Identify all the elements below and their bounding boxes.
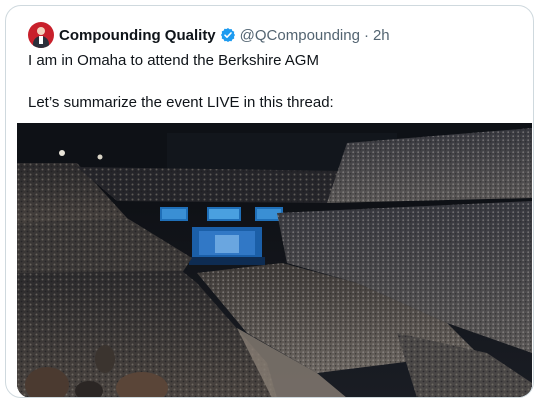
tweet-text-line: I am in Omaha to attend the Berkshire AG… xyxy=(28,52,319,69)
tweet-header: Compounding Quality @QCompounding · 2h xyxy=(28,21,390,49)
avatar[interactable] xyxy=(28,22,54,48)
tweet-text-line: Let’s summarize the event LIVE in this t… xyxy=(28,94,334,111)
author-handle[interactable]: @QCompounding xyxy=(240,27,360,44)
verified-badge-icon xyxy=(220,27,236,43)
tweet-timestamp[interactable]: 2h xyxy=(373,27,390,44)
tweet-photo[interactable] xyxy=(17,123,532,397)
tweet-card[interactable]: Compounding Quality @QCompounding · 2h I… xyxy=(5,5,534,398)
avatar-head xyxy=(37,27,45,35)
avatar-shirt xyxy=(39,36,43,44)
arena-photo xyxy=(17,123,532,397)
meta-separator: · xyxy=(363,26,369,44)
author-name[interactable]: Compounding Quality xyxy=(59,27,216,44)
